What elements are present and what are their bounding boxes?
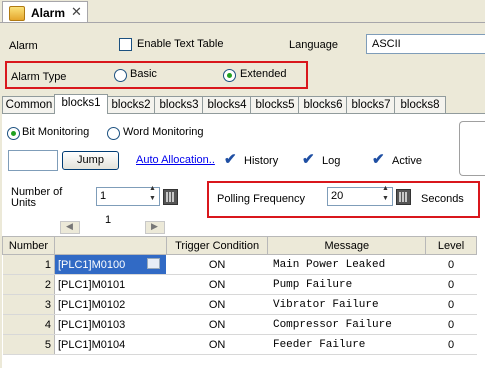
- message-cell[interactable]: Compressor Failure: [267, 314, 426, 335]
- tab-blocks5[interactable]: blocks5: [250, 96, 300, 113]
- units-spinner[interactable]: ▲ ▼: [148, 185, 158, 204]
- extended-label: Extended: [240, 68, 287, 80]
- table-header-row: Number Trigger Condition Message Level: [2, 236, 477, 255]
- row-number: 3: [2, 294, 55, 315]
- tab-blocks3[interactable]: blocks3: [154, 96, 204, 113]
- header-address[interactable]: [53, 236, 167, 255]
- level-cell[interactable]: 0: [425, 254, 477, 275]
- spin-down-icon[interactable]: ▼: [382, 195, 389, 202]
- number-of-units-label: Number of Units: [11, 186, 63, 209]
- message-cell[interactable]: Pump Failure: [267, 274, 426, 295]
- header-level[interactable]: Level: [425, 236, 477, 255]
- message-cell[interactable]: Main Power Leaked: [267, 254, 426, 275]
- active-check-icon[interactable]: ✔: [372, 150, 385, 168]
- level-cell[interactable]: 0: [425, 314, 477, 335]
- polling-input[interactable]: 20 ▲ ▼: [327, 185, 393, 206]
- table-row[interactable]: 5 [PLC1]M0104 ON Feeder Failure 0: [2, 334, 477, 355]
- tab-blocks7[interactable]: blocks7: [346, 96, 396, 113]
- header-message[interactable]: Message: [267, 236, 427, 255]
- log-check-icon[interactable]: ✔: [302, 150, 315, 168]
- page-next-button[interactable]: ▶: [145, 221, 165, 234]
- polling-spinner[interactable]: ▲ ▼: [381, 185, 391, 204]
- address-cell[interactable]: [PLC1]M0103: [54, 314, 167, 335]
- level-cell[interactable]: 0: [425, 334, 477, 355]
- address-editor-icon[interactable]: [147, 258, 161, 269]
- close-icon[interactable]: ✕: [71, 4, 82, 20]
- trigger-cell[interactable]: ON: [166, 294, 268, 315]
- units-input[interactable]: 1 ▲ ▼: [96, 185, 160, 206]
- enable-text-table-checkbox[interactable]: [119, 38, 132, 51]
- jump-button[interactable]: Jump: [62, 151, 119, 170]
- polling-value: 20: [331, 190, 344, 202]
- message-cell[interactable]: Feeder Failure: [267, 334, 426, 355]
- address-cell[interactable]: [PLC1]M0100: [54, 254, 167, 275]
- spin-down-icon[interactable]: ▼: [149, 195, 156, 202]
- tab-blocks1[interactable]: blocks1: [54, 94, 108, 114]
- window-title: Alarm: [31, 6, 66, 20]
- tab-blocks2[interactable]: blocks2: [106, 96, 156, 113]
- units-keypad-icon[interactable]: [163, 189, 178, 205]
- language-value: ASCII: [372, 38, 401, 50]
- table-row[interactable]: 1 [PLC1]M0100 ON Main Power Leaked 0: [2, 254, 477, 275]
- header-trigger-condition[interactable]: Trigger Condition: [165, 236, 269, 255]
- seconds-label: Seconds: [421, 193, 464, 205]
- alarm-label: Alarm: [9, 40, 38, 52]
- tab-common[interactable]: Common: [2, 96, 56, 113]
- trigger-cell[interactable]: ON: [166, 334, 268, 355]
- basic-label: Basic: [130, 68, 157, 80]
- units-value: 1: [100, 190, 107, 202]
- language-input[interactable]: ASCII: [366, 34, 485, 54]
- active-label: Active: [392, 155, 422, 167]
- polling-keypad-icon[interactable]: [396, 189, 411, 205]
- basic-radio[interactable]: [114, 69, 127, 82]
- bit-monitoring-radio[interactable]: [7, 127, 20, 140]
- alarm-icon: [9, 6, 25, 21]
- document-tab[interactable]: Alarm ✕: [2, 1, 88, 22]
- page-prev-button[interactable]: ◀: [60, 221, 80, 234]
- trigger-cell[interactable]: ON: [166, 254, 268, 275]
- trigger-cell[interactable]: ON: [166, 274, 268, 295]
- row-number: 4: [2, 314, 55, 335]
- level-cell[interactable]: 0: [425, 294, 477, 315]
- polling-frequency-label: Polling Frequency: [217, 193, 306, 205]
- row-number: 2: [2, 274, 55, 295]
- bit-monitoring-label: Bit Monitoring: [22, 126, 90, 138]
- auto-allocation-link[interactable]: Auto Allocation..: [136, 154, 215, 166]
- tab-blocks4[interactable]: blocks4: [202, 96, 252, 113]
- address-cell[interactable]: [PLC1]M0101: [54, 274, 167, 295]
- chevron-right-icon: ▶: [151, 221, 158, 231]
- table-row[interactable]: 2 [PLC1]M0101 ON Pump Failure 0: [2, 274, 477, 295]
- level-cell[interactable]: 0: [425, 274, 477, 295]
- side-panel-frame: [459, 121, 485, 176]
- history-label: History: [244, 155, 279, 167]
- address-cell[interactable]: [PLC1]M0104: [54, 334, 167, 355]
- header-number[interactable]: Number: [2, 236, 55, 255]
- jump-input[interactable]: [8, 150, 58, 171]
- spin-up-icon[interactable]: ▲: [149, 185, 156, 192]
- extended-radio[interactable]: [223, 69, 236, 82]
- message-cell[interactable]: Vibrator Failure: [267, 294, 426, 315]
- spin-up-icon[interactable]: ▲: [382, 185, 389, 192]
- language-label: Language: [289, 39, 338, 51]
- trigger-cell[interactable]: ON: [166, 314, 268, 335]
- tab-blocks6[interactable]: blocks6: [298, 96, 348, 113]
- tab-blocks8[interactable]: blocks8: [394, 96, 446, 113]
- word-monitoring-label: Word Monitoring: [123, 126, 204, 138]
- log-label: Log: [322, 155, 341, 167]
- row-number: 1: [2, 254, 55, 275]
- table-row[interactable]: 3 [PLC1]M0102 ON Vibrator Failure 0: [2, 294, 477, 315]
- enable-text-table-label: Enable Text Table: [137, 38, 224, 50]
- table-row[interactable]: 4 [PLC1]M0103 ON Compressor Failure 0: [2, 314, 477, 335]
- alarm-type-label: Alarm Type: [11, 71, 67, 83]
- address-cell[interactable]: [PLC1]M0102: [54, 294, 167, 315]
- alarm-table: Number Trigger Condition Message Level 1…: [2, 236, 477, 355]
- page-number: 1: [105, 214, 112, 226]
- word-monitoring-radio[interactable]: [107, 127, 120, 140]
- chevron-left-icon: ◀: [66, 221, 73, 231]
- history-check-icon[interactable]: ✔: [224, 150, 237, 168]
- row-number: 5: [2, 334, 55, 355]
